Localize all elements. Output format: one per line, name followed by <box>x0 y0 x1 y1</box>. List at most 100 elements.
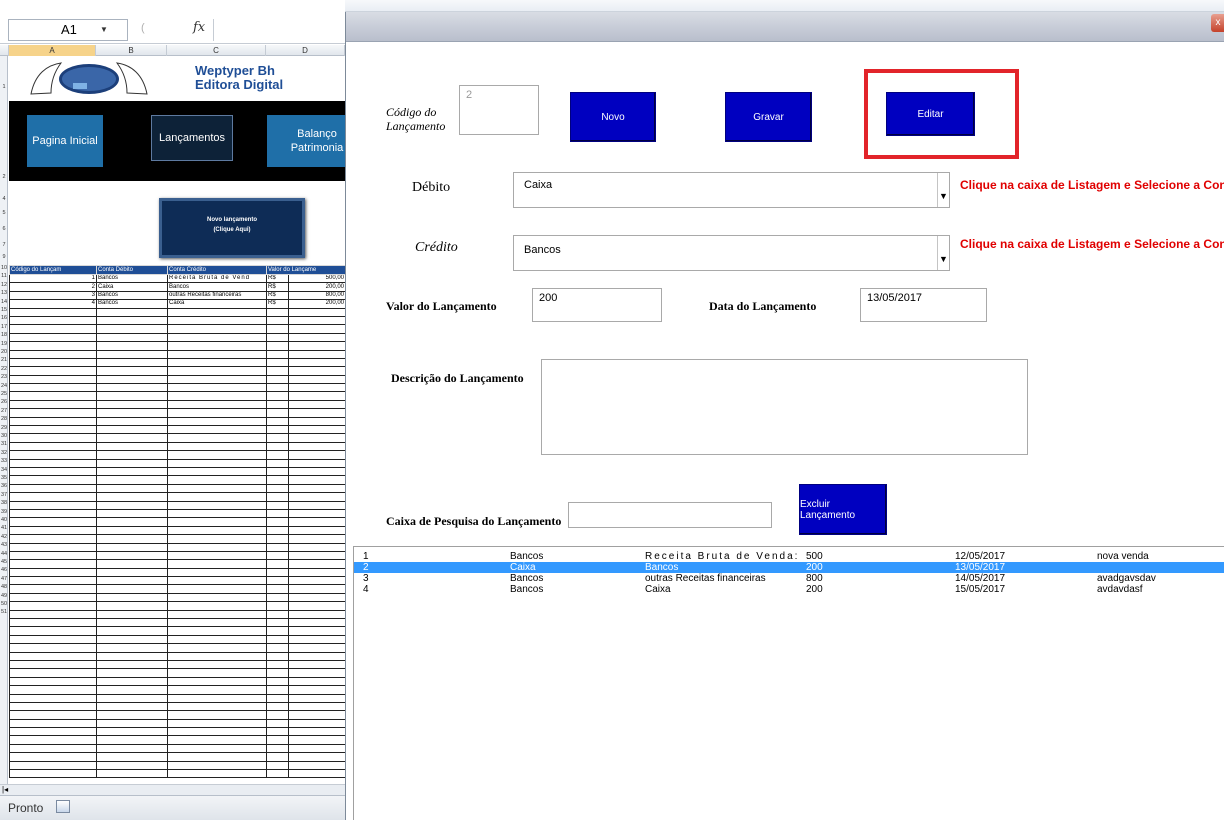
table-cell[interactable] <box>287 441 345 452</box>
table-cell[interactable] <box>9 525 97 536</box>
pesquisa-field[interactable] <box>568 502 772 528</box>
data-field[interactable]: 13/05/2017 <box>860 288 987 322</box>
table-cell[interactable] <box>9 617 97 628</box>
row-header[interactable]: 13 <box>0 290 8 296</box>
table-cell[interactable] <box>9 408 97 418</box>
table-cell[interactable] <box>167 676 267 687</box>
table-cell[interactable] <box>287 450 345 460</box>
row-header[interactable]: 20 <box>0 349 8 355</box>
table-cell[interactable] <box>96 659 168 670</box>
table-cell[interactable] <box>266 425 289 435</box>
table-cell[interactable] <box>287 383 345 393</box>
table-cell[interactable] <box>96 601 168 611</box>
table-cell[interactable] <box>167 559 267 569</box>
table-cell[interactable] <box>287 617 345 628</box>
table-cell[interactable]: Receita Bruta de Vend <box>167 273 267 284</box>
table-cell[interactable] <box>9 416 97 427</box>
entries-listbox[interactable]: 1 Bancos Receita Bruta de Venda: 500 12/… <box>353 546 1224 820</box>
table-cell[interactable] <box>266 550 289 561</box>
table-cell[interactable] <box>96 475 168 485</box>
table-cell[interactable] <box>9 584 97 594</box>
table-cell[interactable] <box>266 383 289 393</box>
table-cell[interactable] <box>96 508 168 519</box>
table-cell[interactable] <box>266 366 289 376</box>
table-cell[interactable] <box>287 357 345 368</box>
table-cell[interactable] <box>96 357 168 368</box>
macro-record-icon[interactable] <box>56 800 70 813</box>
name-box[interactable]: A1 <box>8 19 128 41</box>
table-cell[interactable] <box>96 727 168 737</box>
descricao-field[interactable] <box>541 359 1028 455</box>
table-cell[interactable] <box>96 584 168 594</box>
novo-button[interactable]: Novo <box>570 92 656 142</box>
row-header[interactable]: 9 <box>0 254 8 260</box>
table-cell[interactable] <box>266 743 289 754</box>
function-icon[interactable]: fx <box>193 20 205 35</box>
row-header[interactable]: 2 <box>0 174 8 180</box>
table-cell[interactable] <box>167 693 267 703</box>
table-cell[interactable] <box>287 701 345 712</box>
table-cell[interactable] <box>167 475 267 485</box>
table-cell[interactable] <box>96 324 168 334</box>
list-item[interactable]: 3 Bancos outras Receitas financeiras 800… <box>354 573 1224 584</box>
table-cell[interactable] <box>266 643 289 653</box>
table-header[interactable]: Valor do Lançame <box>265 265 345 275</box>
table-cell[interactable] <box>287 710 345 720</box>
table-cell[interactable] <box>287 601 345 611</box>
table-cell[interactable] <box>167 324 267 334</box>
table-cell[interactable] <box>167 357 267 368</box>
table-cell[interactable]: Bancos <box>96 299 168 309</box>
table-cell[interactable] <box>287 475 345 485</box>
table-cell[interactable] <box>266 492 289 502</box>
table-cell[interactable] <box>287 492 345 502</box>
table-cell[interactable] <box>287 399 345 410</box>
table-cell[interactable] <box>9 718 97 729</box>
chevron-down-icon[interactable]: ▼ <box>937 173 949 207</box>
table-cell[interactable]: 500,00 <box>287 273 345 284</box>
table-cell[interactable] <box>287 676 345 687</box>
table-cell[interactable] <box>96 492 168 502</box>
table-cell[interactable] <box>9 441 97 452</box>
table-cell[interactable]: 4 <box>9 299 97 309</box>
row-header[interactable]: 18 <box>0 332 8 338</box>
table-cell[interactable] <box>167 584 267 594</box>
table-cell[interactable] <box>266 634 289 645</box>
table-cell[interactable] <box>9 609 97 620</box>
table-cell[interactable] <box>287 542 345 552</box>
table-cell[interactable] <box>266 450 289 460</box>
row-header[interactable]: 4 <box>0 196 8 202</box>
row-header[interactable]: 46 <box>0 567 8 573</box>
table-cell[interactable] <box>167 659 267 670</box>
table-cell[interactable] <box>96 517 168 527</box>
table-cell[interactable] <box>96 425 168 435</box>
table-cell[interactable]: 800,00 <box>287 290 345 301</box>
table-cell[interactable] <box>167 534 267 544</box>
table-cell[interactable] <box>9 341 97 351</box>
table-cell[interactable] <box>9 534 97 544</box>
list-item[interactable]: 4 Bancos Caixa 200 15/05/2017 avdavdasf <box>354 584 1224 595</box>
table-cell[interactable]: 200,00 <box>287 282 345 292</box>
table-cell[interactable] <box>167 735 267 745</box>
table-cell[interactable] <box>96 542 168 552</box>
table-cell[interactable]: Bancos <box>167 282 267 292</box>
table-cell[interactable] <box>96 567 168 578</box>
table-cell[interactable] <box>96 685 168 695</box>
table-cell[interactable] <box>167 341 267 351</box>
table-cell[interactable] <box>266 307 289 317</box>
table-cell[interactable] <box>266 760 289 771</box>
table-cell[interactable] <box>9 685 97 695</box>
table-cell[interactable] <box>9 492 97 502</box>
horizontal-scrollbar[interactable]: |◂ <box>0 784 345 795</box>
table-cell[interactable] <box>167 492 267 502</box>
table-cell[interactable] <box>96 450 168 460</box>
table-cell[interactable] <box>287 425 345 435</box>
table-cell[interactable] <box>266 693 289 703</box>
table-cell[interactable] <box>9 693 97 703</box>
row-header[interactable]: 11 <box>0 273 8 279</box>
table-cell[interactable] <box>9 743 97 754</box>
table-cell[interactable] <box>266 626 289 636</box>
table-cell[interactable] <box>96 349 168 359</box>
table-cell[interactable] <box>266 676 289 687</box>
home-page-button[interactable]: Pagina Inicial <box>27 115 103 167</box>
table-cell[interactable] <box>266 659 289 670</box>
